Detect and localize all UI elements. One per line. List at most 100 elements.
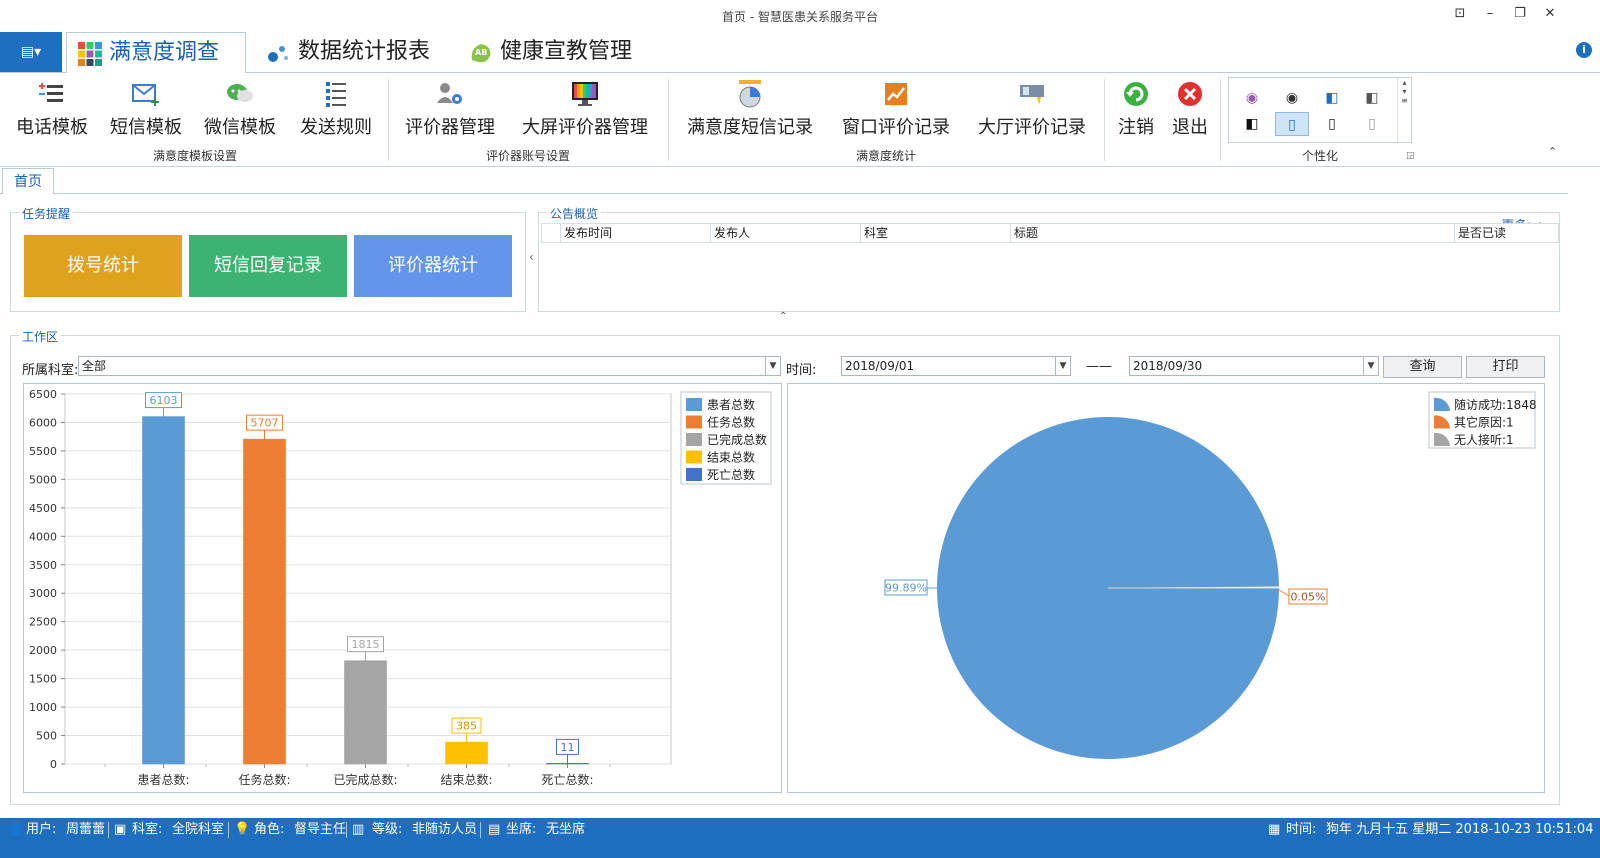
dept-status-label: 科室:	[132, 822, 163, 837]
x-tick-label: 结束总数:	[440, 772, 492, 787]
dialog-launcher-icon[interactable]: ◲	[1406, 151, 1415, 161]
data-label: 11	[561, 741, 575, 754]
dial-stats-tile[interactable]: 拨号统计	[24, 235, 182, 297]
bar	[243, 438, 286, 765]
bar	[546, 763, 589, 765]
screen-evaluator-manage-button[interactable]: 大屏评价器管理	[510, 77, 660, 143]
skin-option-icon[interactable]: ◉	[1275, 86, 1309, 110]
button-label: 微信模板	[204, 117, 276, 138]
group-separator	[1220, 79, 1221, 161]
print-button[interactable]: 打印	[1466, 356, 1545, 378]
tab-label: 健康宣教管理	[500, 39, 633, 64]
skin-office-icon[interactable]: ◧	[1315, 86, 1349, 110]
user-label: 用户:	[26, 822, 57, 837]
skin-office-selected-icon[interactable]: ▯	[1275, 112, 1309, 136]
minimize-icon[interactable]: –	[1478, 6, 1502, 26]
user-icon: 👤	[8, 822, 25, 837]
group-separator	[668, 79, 669, 161]
skin-office-icon[interactable]: ◧	[1355, 86, 1389, 110]
skin-gallery: ◉ ◉ ◧ ◧ ◧ ▯ ▯ ▯ ▴ ▾ ≡	[1228, 77, 1412, 143]
x-tick-label: 任务总数:	[238, 772, 290, 787]
sms-reply-tile[interactable]: 短信回复记录	[189, 235, 347, 297]
dept-select[interactable]: 全部 ▼	[78, 356, 781, 376]
group-label-template: 满意度模板设置	[152, 149, 237, 163]
send-rules-button[interactable]: 发送规则	[290, 77, 382, 143]
chevron-down-icon[interactable]: ▼	[1363, 357, 1378, 375]
time-label: 时间:	[786, 363, 817, 378]
pie-chart-panel: 99.89% 0.05% 随访成功:1848 其它原因:1 无人接听:1	[787, 383, 1545, 793]
query-button[interactable]: 查询	[1383, 356, 1462, 378]
app-menu-button[interactable]: ▤▾	[0, 32, 62, 72]
y-tick-label: 1000	[29, 701, 57, 714]
evaluator-stats-tile[interactable]: 评价器统计	[354, 235, 512, 297]
button-label: 电话模板	[16, 117, 88, 138]
chevron-down-icon[interactable]: ▼	[1055, 357, 1070, 375]
y-tick-label: 3000	[29, 587, 57, 600]
bar	[445, 741, 488, 765]
skin-option-icon[interactable]: ◉	[1235, 86, 1269, 110]
date-to-picker[interactable]: 2018/09/30 ▼	[1129, 356, 1379, 376]
evaluator-manage-button[interactable]: 评价器管理	[396, 77, 504, 143]
logout-button[interactable]: 注销	[1112, 77, 1160, 143]
app-menu-icon: ▤▾	[20, 44, 42, 60]
wechat-template-button[interactable]: 微信模板	[196, 77, 284, 143]
skin-office-icon[interactable]: ▯	[1355, 112, 1389, 136]
mail-add-icon	[132, 84, 159, 106]
column-department[interactable]: 科室	[860, 224, 1010, 242]
button-label: 大屏评价器管理	[522, 117, 648, 138]
collapse-left-icon[interactable]: ‹	[529, 250, 534, 264]
level-label: 等级:	[372, 822, 403, 837]
close-icon[interactable]: ✕	[1538, 6, 1562, 26]
restore-icon[interactable]: ❐	[1508, 6, 1532, 26]
hall-evaluation-button[interactable]: 大厅评价记录	[968, 77, 1096, 143]
date-from-value: 2018/09/01	[845, 359, 915, 373]
legend-swatch	[686, 398, 702, 411]
sms-template-button[interactable]: 短信模板	[102, 77, 190, 143]
ab-icon: AB	[471, 44, 491, 63]
tab-data-stats[interactable]: 数据统计报表	[256, 32, 456, 72]
date-from-picker[interactable]: 2018/09/01 ▼	[841, 356, 1071, 376]
role-label: 角色:	[254, 822, 285, 837]
monitor-small-icon: ▣	[114, 822, 127, 837]
users-gear-icon	[437, 83, 462, 104]
dept-label: 所属科室:	[22, 363, 79, 378]
data-label: 1815	[352, 638, 380, 651]
phone-template-button[interactable]: 电话模板	[8, 77, 96, 143]
window-evaluation-button[interactable]: 窗口评价记录	[832, 77, 960, 143]
doc-tab-home[interactable]: 首页	[2, 168, 54, 194]
sms-record-button[interactable]: 满意度短信记录	[676, 77, 824, 143]
collapse-up-icon[interactable]: ⌃	[779, 311, 787, 322]
group-label-evaluator: 评价器账号设置	[485, 149, 570, 163]
y-tick-label: 4500	[29, 502, 57, 515]
column-read-status[interactable]: 是否已读	[1454, 224, 1558, 242]
y-tick-label: 2500	[29, 616, 57, 629]
bar-legend: 患者总数任务总数已完成总数结束总数死亡总数	[680, 391, 772, 485]
gallery-scrollbar[interactable]: ▴ ▾ ≡	[1397, 78, 1411, 142]
bar	[344, 660, 387, 765]
info-icon[interactable]: i	[1576, 42, 1592, 58]
column-publish-time[interactable]: 发布时间	[560, 224, 710, 242]
legend-label: 其它原因:1	[1454, 415, 1514, 430]
status-bar: 👤 用户: 周蕾蕾 ▣ 科室: 全院科室 💡 角色: 督导主任 ▥ 等级: 非随…	[0, 818, 1600, 858]
bulb-icon: 💡	[234, 822, 251, 837]
legend-label: 随访成功:1848	[1454, 397, 1537, 412]
pie-report-icon	[739, 80, 761, 108]
dept-select-value: 全部	[82, 359, 107, 373]
skin-office-icon[interactable]: ◧	[1235, 112, 1269, 136]
exit-button[interactable]: 退出	[1166, 77, 1214, 143]
chevron-down-icon[interactable]: ▼	[765, 357, 780, 375]
ribbon-toggle-icon[interactable]: ⊡	[1448, 6, 1472, 26]
bar-chart: 0 500 1000 1500 2000 2500 3000 3500 4000 4500 5000…	[29, 388, 772, 787]
skin-office-icon[interactable]: ▯	[1315, 112, 1349, 136]
pie-legend: 随访成功:1848 其它原因:1 无人接听:1	[1428, 391, 1537, 449]
refresh-icon	[1124, 82, 1148, 106]
tab-satisfaction[interactable]: 满意度调查	[66, 32, 246, 73]
collapse-ribbon-icon[interactable]: ⌃	[1548, 145, 1557, 158]
user-value: 周蕾蕾	[66, 822, 106, 837]
column-publisher[interactable]: 发布人	[710, 224, 860, 242]
tab-label: 数据统计报表	[298, 39, 431, 64]
column-title[interactable]: 标题	[1010, 224, 1454, 242]
data-label: 385	[456, 720, 477, 733]
doc-tab-line	[0, 193, 1568, 194]
tab-health-education[interactable]: AB 健康宣教管理	[458, 32, 658, 72]
